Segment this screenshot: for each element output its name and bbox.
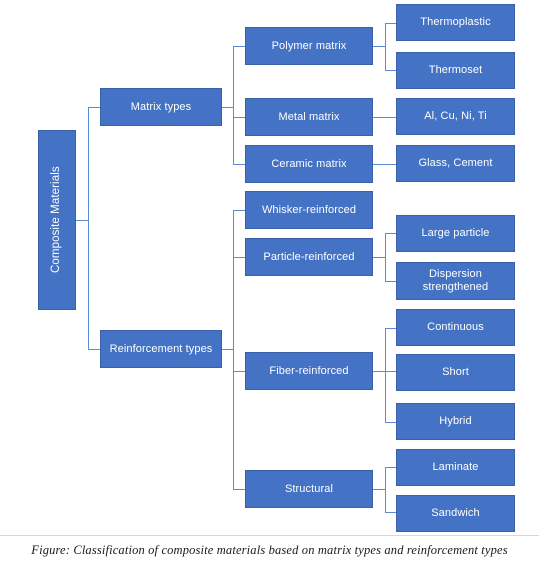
node-hybrid[interactable]: Hybrid <box>396 403 515 440</box>
connector-matrix-types-to-ceramic-matrix <box>233 164 245 165</box>
connector-particle-reinforced-to-large-particle <box>385 233 396 234</box>
node-short[interactable]: Short <box>396 354 515 391</box>
connector-fiber-reinforced-to-continuous <box>385 328 396 329</box>
node-laminate[interactable]: Laminate <box>396 449 515 486</box>
node-structural[interactable]: Structural <box>245 470 373 508</box>
connector-polymer-matrix-spine <box>385 23 386 71</box>
node-polymer-matrix[interactable]: Polymer matrix <box>245 27 373 65</box>
caption-divider <box>0 535 539 536</box>
connector-structural-to-laminate <box>385 467 396 468</box>
node-continuous[interactable]: Continuous <box>396 309 515 346</box>
connector-reinforcement-types-to-fiber-reinforced <box>233 371 245 372</box>
node-particle-reinforced[interactable]: Particle-reinforced <box>245 238 373 276</box>
node-fiber-reinforced[interactable]: Fiber-reinforced <box>245 352 373 390</box>
connector-root-to-matrix-types <box>88 107 100 108</box>
node-composite-materials[interactable]: Composite Materials <box>38 130 76 310</box>
connector-reinforcement-types-to-whisker-reinforced <box>233 210 245 211</box>
connector-polymer-matrix-stub <box>373 46 385 47</box>
node-whisker-reinforced[interactable]: Whisker-reinforced <box>245 191 373 229</box>
connector-structural-stub <box>373 489 385 490</box>
connector-reinforcement-types-stub <box>222 349 233 350</box>
node-reinforcement-types[interactable]: Reinforcement types <box>100 330 222 368</box>
connector-matrix-types-to-metal-matrix <box>233 117 245 118</box>
connector-metal-matrix-to-metals-list <box>373 117 396 118</box>
node-ceramics-list[interactable]: Glass, Cement <box>396 145 515 182</box>
connector-polymer-matrix-to-thermoplastic <box>385 23 396 24</box>
connector-root-spine <box>88 107 89 350</box>
connector-matrix-types-to-polymer-matrix <box>233 46 245 47</box>
node-matrix-types[interactable]: Matrix types <box>100 88 222 126</box>
connector-reinforcement-types-to-particle-reinforced <box>233 257 245 258</box>
connector-fiber-reinforced-to-short <box>385 371 396 372</box>
connector-root-stub <box>76 220 88 221</box>
node-thermoplastic[interactable]: Thermoplastic <box>396 4 515 41</box>
connector-reinforcement-types-spine <box>233 210 234 489</box>
connector-structural-to-sandwich <box>385 512 396 513</box>
node-metal-matrix[interactable]: Metal matrix <box>245 98 373 136</box>
connector-particle-reinforced-stub <box>373 257 385 258</box>
connector-fiber-reinforced-spine <box>385 328 386 422</box>
connector-polymer-matrix-to-thermoset <box>385 70 396 71</box>
node-dispersion-strengthened[interactable]: Dispersion strengthened <box>396 262 515 300</box>
connector-matrix-types-spine <box>233 46 234 164</box>
connector-matrix-types-stub <box>222 107 233 108</box>
node-metals-list[interactable]: Al, Cu, Ni, Ti <box>396 98 515 135</box>
node-sandwich[interactable]: Sandwich <box>396 495 515 532</box>
connector-reinforcement-types-to-structural <box>233 489 245 490</box>
connector-structural-spine <box>385 467 386 513</box>
connector-fiber-reinforced-to-hybrid <box>385 422 396 423</box>
connector-particle-reinforced-to-dispersion-strengthened <box>385 281 396 282</box>
figure-caption: Figure: Classification of composite mate… <box>31 543 508 557</box>
node-ceramic-matrix[interactable]: Ceramic matrix <box>245 145 373 183</box>
node-large-particle[interactable]: Large particle <box>396 215 515 252</box>
diagram-canvas: Composite Materials Matrix types Reinfor… <box>0 0 539 564</box>
connector-ceramic-matrix-to-ceramics-list <box>373 164 396 165</box>
connector-root-to-reinforcement-types <box>88 349 100 350</box>
connector-fiber-reinforced-stub <box>373 371 385 372</box>
connector-particle-reinforced-spine <box>385 233 386 281</box>
node-thermoset[interactable]: Thermoset <box>396 52 515 89</box>
